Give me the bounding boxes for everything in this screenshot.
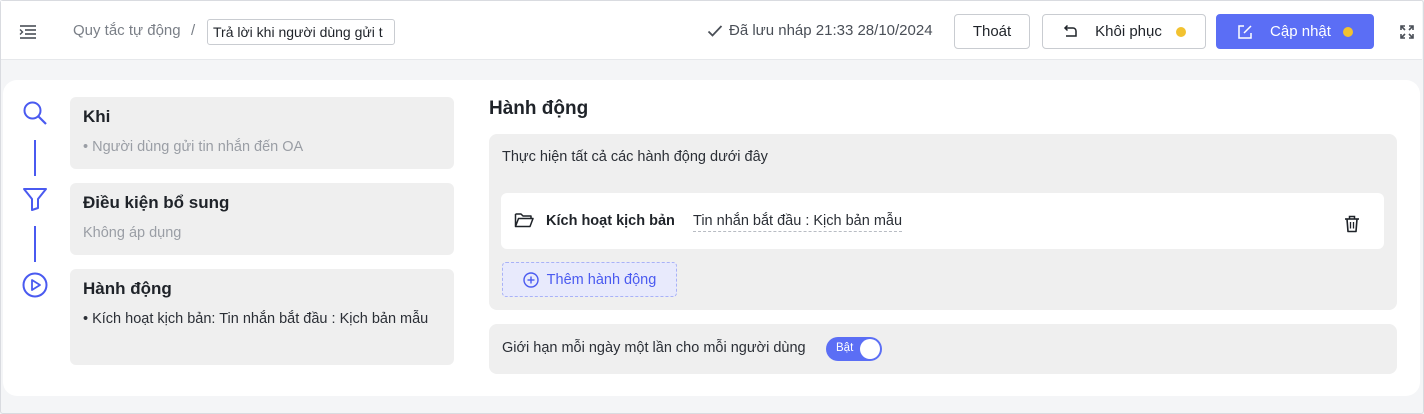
restore-button-label: Khôi phục: [1095, 23, 1162, 40]
action-item: Kích hoạt kịch bản Tin nhắn bắt đầu : Kị…: [501, 193, 1384, 249]
exit-button[interactable]: Thoát: [954, 14, 1030, 49]
timeline-connector: [34, 140, 36, 176]
collapse-menu-icon[interactable]: [19, 24, 37, 40]
step-description: Không áp dụng: [83, 225, 182, 241]
filter-icon: [23, 188, 47, 211]
exit-button-label: Thoát: [972, 23, 1012, 40]
folder-icon: [514, 213, 534, 228]
actions-section-title: Hành động: [489, 98, 589, 119]
update-button-label: Cập nhật: [1270, 23, 1331, 40]
step-description: • Người dùng gửi tin nhắn đến OA: [83, 139, 304, 155]
toggle-knob: [860, 339, 880, 359]
saved-status-text: Đã lưu nháp 21:33 28/10/2024: [729, 22, 933, 39]
step-card-conditions[interactable]: Điều kiện bổ sung Không áp dụng: [70, 183, 454, 255]
actions-container: Thực hiện tất cả các hành động dưới đây …: [489, 134, 1397, 310]
timeline-connector: [34, 226, 36, 262]
fullscreen-icon[interactable]: [1400, 25, 1414, 39]
breadcrumb-parent[interactable]: Quy tắc tự động: [73, 22, 181, 39]
add-action-label: Thêm hành động: [546, 271, 657, 288]
actions-note: Thực hiện tất cả các hành động dưới đây: [502, 149, 768, 165]
rule-name-value: Trả lời khi người dùng gửi t: [213, 24, 383, 40]
step-title: Điều kiện bổ sung: [83, 193, 230, 212]
step-card-trigger[interactable]: Khi • Người dùng gửi tin nhắn đến OA: [70, 97, 454, 169]
pending-indicator-dot: [1342, 26, 1353, 37]
search-icon: [23, 101, 47, 125]
add-action-button[interactable]: Thêm hành động: [502, 262, 677, 297]
edit-icon: [1238, 24, 1252, 39]
unsaved-indicator-dot: [1175, 26, 1186, 37]
trash-icon[interactable]: [1344, 215, 1360, 233]
plus-circle-icon: [522, 271, 539, 288]
step-title: Khi: [83, 107, 111, 126]
toggle-state-label: Bật: [836, 342, 854, 354]
action-type-label: Kích hoạt kịch bản: [546, 213, 675, 229]
daily-limit-setting: Giới hạn mỗi ngày một lần cho mỗi người …: [489, 324, 1397, 374]
check-icon: [707, 24, 723, 37]
daily-limit-label: Giới hạn mỗi ngày một lần cho mỗi người …: [502, 340, 806, 356]
update-button[interactable]: Cập nhật: [1216, 14, 1374, 49]
action-value-link[interactable]: Tin nhắn bắt đầu : Kịch bản mẫu: [693, 213, 903, 232]
step-card-actions[interactable]: Hành động • Kích hoạt kịch bản: Tin nhắn…: [70, 269, 454, 365]
breadcrumb-separator: /: [191, 22, 196, 39]
top-bar: Quy tắc tự động / Trả lời khi người dùng…: [1, 1, 1422, 60]
step-description: • Kích hoạt kịch bản: Tin nhắn bắt đầu :…: [83, 311, 429, 327]
undo-icon: [1064, 24, 1077, 37]
rule-name-input[interactable]: Trả lời khi người dùng gửi t: [207, 19, 395, 45]
play-icon: [22, 272, 48, 298]
step-title: Hành động: [83, 279, 172, 298]
restore-button[interactable]: Khôi phục: [1042, 14, 1206, 49]
daily-limit-toggle[interactable]: Bật: [826, 337, 882, 361]
saved-status: Đã lưu nháp 21:33 28/10/2024: [707, 22, 933, 39]
